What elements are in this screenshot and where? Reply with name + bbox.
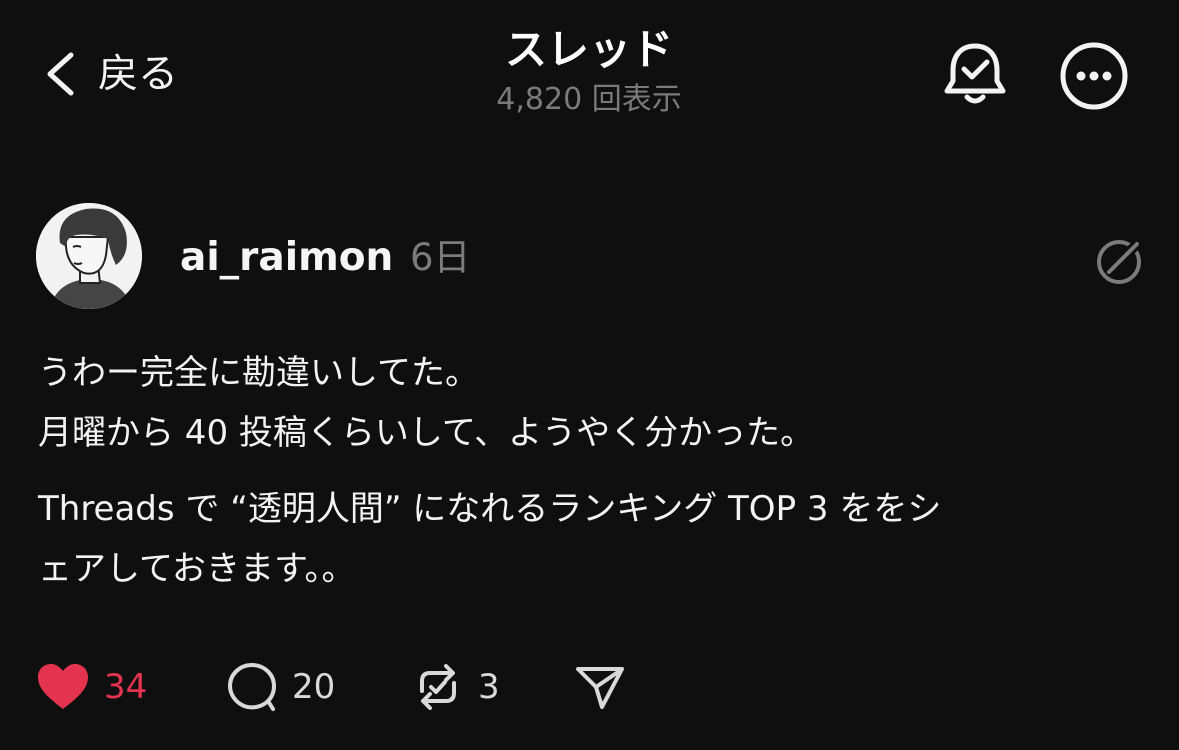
translate-button[interactable] (1094, 235, 1146, 291)
reply-button[interactable]: 20 (226, 657, 335, 717)
post-line: うわー完全に勘違いしてた。 (38, 353, 479, 393)
post-text: うわー完全に勘違いしてた。 月曜から 40 投稿くらいして、ようやく分かった。 … (38, 343, 1148, 599)
share-button[interactable] (574, 657, 626, 717)
like-count: 34 (104, 667, 148, 707)
translate-icon (1094, 239, 1146, 291)
post-line: Threads で “透明人間” になれるランキング TOP 3 ををシ (38, 489, 942, 529)
send-icon (574, 661, 626, 713)
back-button[interactable]: 戻る (44, 44, 178, 104)
post-action-bar: 34 20 3 (36, 657, 736, 717)
notification-button[interactable] (940, 38, 1010, 108)
view-count: 4,820 回表示 (496, 82, 682, 117)
more-options-button[interactable] (1058, 40, 1130, 112)
post-line: ェアしておきます。。 (38, 549, 356, 589)
more-horizontal-circle-icon (1058, 40, 1130, 112)
avatar[interactable] (36, 203, 142, 309)
username[interactable]: ai_raimon (180, 232, 393, 284)
repost-button[interactable]: 3 (412, 657, 500, 717)
post-header: ai_raimon 6日 (36, 203, 1146, 311)
page-title: スレッド (504, 25, 673, 74)
chevron-left-icon (44, 50, 76, 98)
title-block: スレッド 4,820 回表示 (389, 22, 789, 120)
post-timestamp: 6日 (410, 236, 471, 279)
top-navigation-bar: 戻る スレッド 4,820 回表示 (0, 0, 1179, 150)
reply-count: 20 (292, 667, 336, 707)
post-line: 月曜から 40 投稿くらいして、ようやく分かった。 (38, 413, 815, 453)
repost-icon (412, 661, 464, 713)
like-button[interactable]: 34 (36, 657, 147, 717)
bell-check-icon (940, 38, 1010, 108)
comment-icon (226, 661, 278, 713)
heart-icon (36, 663, 90, 711)
back-label: 戻る (98, 51, 178, 97)
repost-count: 3 (478, 667, 500, 707)
